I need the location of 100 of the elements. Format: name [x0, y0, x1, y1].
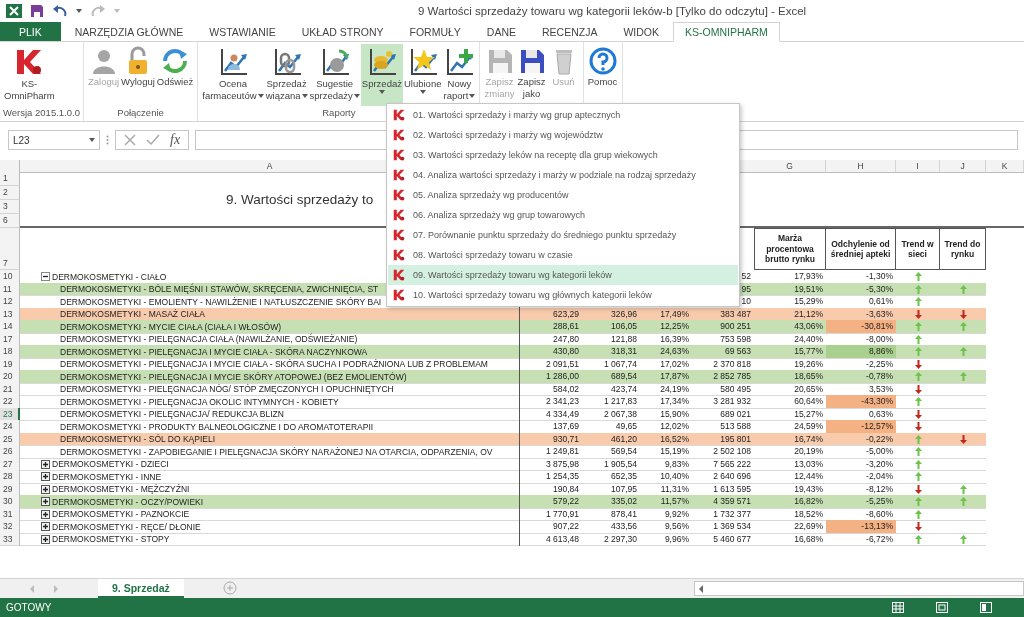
table-cell: 8,86%: [826, 345, 896, 359]
table-cell: 318,31: [582, 345, 640, 359]
column-header[interactable]: I: [896, 160, 940, 173]
table-cell: 433,56: [582, 520, 640, 534]
row-number[interactable]: 6: [0, 214, 20, 228]
row-number[interactable]: 12: [0, 295, 20, 309]
ribbon-button[interactable]: KS- OmniPharm: [3, 44, 56, 106]
row-number[interactable]: 30: [0, 495, 20, 509]
table-cell: 3 281 932: [692, 395, 754, 409]
insert-function-button[interactable]: fx: [170, 132, 181, 148]
column-header[interactable]: K: [986, 160, 1024, 173]
row-number[interactable]: 7: [0, 228, 20, 270]
expand-icon[interactable]: [41, 484, 50, 494]
table-cell: 2 067,38: [582, 407, 640, 421]
add-sheet-icon: [221, 579, 238, 597]
ribbon-button[interactable]: Sprzedaż: [360, 44, 403, 106]
table-cell: 1 254,35: [520, 470, 582, 484]
expand-icon[interactable]: [41, 534, 50, 544]
table-cell: 689 021: [692, 407, 754, 421]
ribbon-button[interactable]: Ulubione: [402, 44, 443, 106]
table-cell: 24,63%: [640, 345, 692, 359]
category-label: DERMOKOSMETYKI - SÓL DO KĄPIELI: [60, 433, 216, 446]
table-cell: 16,68%: [754, 532, 826, 546]
category-label: DERMOKOSMETYKI - STOPY: [52, 533, 170, 546]
logo-icon: [392, 128, 406, 142]
row-number[interactable]: 14: [0, 320, 20, 334]
expand-icon[interactable]: [41, 497, 50, 507]
logo-icon: [392, 208, 406, 222]
sheet-tab[interactable]: 9. Sprzedaż: [98, 579, 184, 598]
ribbon-button[interactable]: Odśwież: [155, 44, 195, 106]
row-number[interactable]: 1: [0, 172, 20, 186]
cancel-icon: [124, 134, 136, 146]
more-icon: [106, 135, 109, 145]
category-label: DERMOKOSMETYKI - OCZY/POWIEKI: [52, 495, 204, 508]
group-label: Połączenie: [117, 106, 164, 120]
row-number[interactable]: 22: [0, 395, 20, 409]
table-cell: 9,56%: [640, 520, 692, 534]
table-cell: 16,52%: [640, 432, 692, 446]
undo-icon: [52, 4, 68, 18]
expand-icon[interactable]: [41, 509, 50, 519]
table-cell: 20,65%: [754, 382, 826, 396]
caret-icon: [114, 9, 120, 13]
table-cell: 1 217,83: [582, 395, 640, 409]
ribbon-button[interactable]: Ocena farmaceutów: [201, 44, 265, 106]
table-cell: 579,22: [520, 495, 582, 509]
table-cell: 1 770,91: [520, 507, 582, 521]
row-number[interactable]: 3: [0, 200, 20, 214]
table-cell: 9,83%: [640, 457, 692, 471]
name-box[interactable]: L23: [8, 130, 100, 150]
expand-icon[interactable]: [41, 459, 50, 469]
row-number[interactable]: 32: [0, 520, 20, 534]
row-number[interactable]: 24: [0, 420, 20, 434]
table-cell: 335,02: [582, 495, 640, 509]
table-cell: 16,74%: [754, 432, 826, 446]
column-header[interactable]: H: [826, 160, 896, 173]
caret-icon: [76, 9, 82, 13]
column-header[interactable]: G: [754, 160, 826, 173]
row-number[interactable]: 28: [0, 470, 20, 484]
table-cell: 584,02: [520, 382, 582, 396]
logo-icon: [392, 148, 406, 162]
ribbon-button[interactable]: Wyloguj: [120, 44, 156, 106]
table-cell: -0,78%: [826, 370, 896, 384]
help-icon: [587, 46, 618, 76]
table-cell: -30,81%: [826, 320, 896, 334]
table-cell: -6,72%: [826, 532, 896, 546]
row-number[interactable]: 18: [0, 345, 20, 359]
table-cell: 12,44%: [754, 470, 826, 484]
table-cell: 9,92%: [640, 507, 692, 521]
table-cell: 69 563: [692, 345, 754, 359]
table-cell: 907,22: [520, 520, 582, 534]
row-number[interactable]: 10: [0, 270, 20, 284]
collapse-icon[interactable]: [41, 272, 50, 282]
column-header[interactable]: J: [940, 160, 986, 173]
category-label: DERMOKOSMETYKI - PIELĘGNACJA OKOLIC INTYMNYCH - KOBIETY: [60, 395, 339, 408]
category-label: DERMOKOSMETYKI - PIELĘGNACJA I MYCIE CIAŁA - SKÓRA NACZYNKOWA: [60, 345, 368, 358]
menu-item[interactable]: 09. Wartości sprzedaży towaru wg kategorii leków: [388, 265, 738, 285]
row-number[interactable]: 26: [0, 445, 20, 459]
row-number[interactable]: 2: [0, 186, 20, 200]
window-title: 9 Wartości sprzedaży towaru wg kategorii leków-b [Tylko do odczytu] - Excel: [418, 5, 807, 17]
table-cell: -2,04%: [826, 470, 896, 484]
ribbon-button[interactable]: Sprzedaż wiązana: [264, 44, 309, 106]
expand-icon[interactable]: [41, 522, 50, 532]
horizontal-scrollbar[interactable]: [694, 581, 1024, 596]
ribbon-tab[interactable]: KS-OMNIPHARM: [673, 22, 780, 42]
table-cell: -43,30%: [826, 395, 896, 409]
category-label: DERMOKOSMETYKI - BÓLE MIĘŚNI I STAWÓW, SKRĘCENIA, ZWICHNIĘCIA, ST: [60, 283, 379, 296]
table-cell: 4 613,48: [520, 532, 582, 546]
table-cell: -13,13%: [826, 520, 896, 534]
table-cell: 15,90%: [640, 407, 692, 421]
column-heading: Marża procentowa brutto rynku: [754, 228, 826, 270]
ribbon-button[interactable]: Sugestie sprzedaży: [308, 44, 361, 106]
ribbon-button[interactable]: Nowy raport: [442, 44, 477, 106]
group-label: Raporty: [322, 106, 356, 120]
category-label: DERMOKOSMETYKI - PIELĘGNACJA I MYCIE SKÓRY ATOPOWEJ (BEZ EMOLIENTÓW): [60, 370, 407, 383]
category-label: DERMOKOSMETYKI - RĘCE/ DŁONIE: [52, 520, 201, 533]
file-tab[interactable]: PLIK: [0, 22, 61, 41]
category-label: DERMOKOSMETYKI - CIAŁO: [52, 270, 167, 283]
row-number[interactable]: 20: [0, 370, 20, 384]
group-label: Wersja 2015.1.0.0: [3, 106, 80, 120]
expand-icon[interactable]: [41, 472, 50, 482]
